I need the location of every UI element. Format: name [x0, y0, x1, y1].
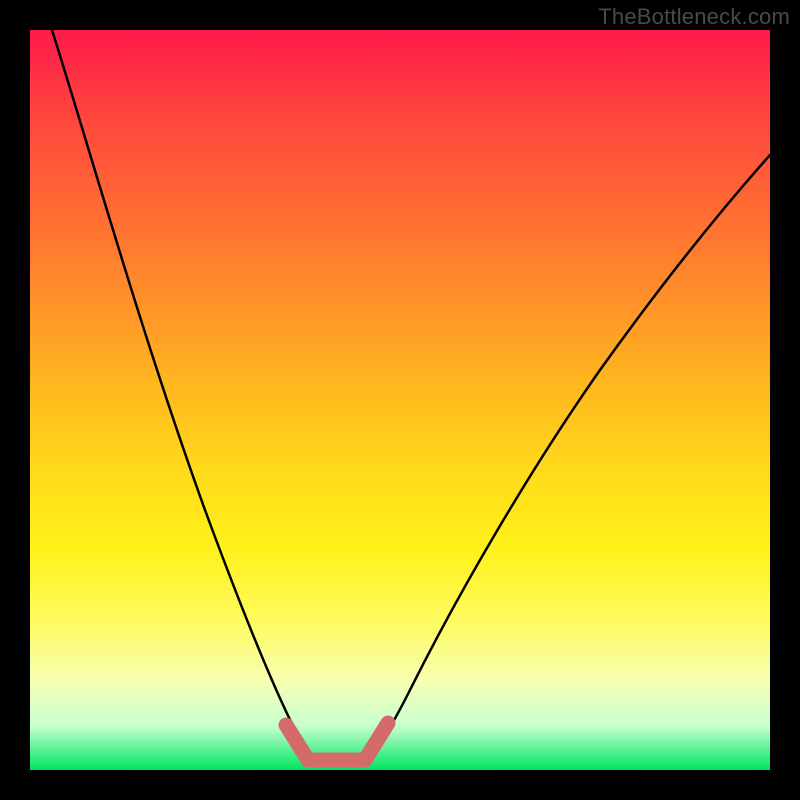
watermark-text: TheBottleneck.com	[598, 4, 790, 30]
curve-layer	[30, 30, 770, 770]
bottleneck-curve	[52, 30, 770, 763]
notch-highlight	[286, 723, 388, 760]
chart-frame: TheBottleneck.com	[0, 0, 800, 800]
